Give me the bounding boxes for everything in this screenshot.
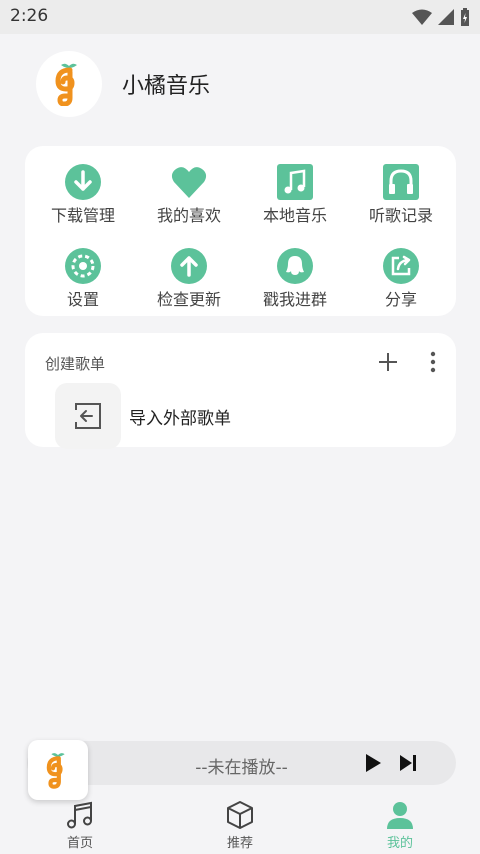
battery-icon xyxy=(461,8,469,26)
grid-item-download[interactable]: 下载管理 xyxy=(29,164,137,226)
profile-header: 小橘音乐 xyxy=(36,51,210,117)
feature-grid-card: 下载管理 我的喜欢 本地音乐 听歌记录 设置 检查更新 戳我进群 分享 xyxy=(25,146,456,316)
tab-label: 推荐 xyxy=(226,836,253,851)
tab-mine[interactable]: 我的 xyxy=(340,800,460,851)
upload-icon xyxy=(171,248,207,284)
album-cover[interactable] xyxy=(28,740,88,800)
grid-item-label: 本地音乐 xyxy=(262,206,327,225)
grid-item-label: 我的喜欢 xyxy=(156,206,221,225)
gear-icon xyxy=(65,248,101,284)
import-icon xyxy=(75,403,101,429)
tab-recommend[interactable]: 推荐 xyxy=(180,800,300,851)
headphones-icon xyxy=(383,164,419,200)
next-track-button[interactable] xyxy=(399,754,417,772)
grid-item-label: 下载管理 xyxy=(50,206,115,225)
now-playing-text: --未在播放-- xyxy=(195,758,288,778)
grid-item-join-group[interactable]: 戳我进群 xyxy=(241,248,349,310)
more-options-button[interactable] xyxy=(423,349,443,375)
person-icon xyxy=(387,802,413,829)
play-button[interactable] xyxy=(363,753,383,773)
music-note-icon xyxy=(67,801,92,829)
import-playlist-row[interactable]: 导入外部歌单 xyxy=(55,383,231,449)
add-playlist-button[interactable] xyxy=(375,349,401,375)
grid-item-label: 分享 xyxy=(384,290,417,309)
tab-home[interactable]: 首页 xyxy=(20,800,140,851)
app-logo[interactable] xyxy=(36,51,102,117)
cube-icon xyxy=(227,801,253,829)
create-playlist-title: 创建歌单 xyxy=(45,355,106,373)
grid-item-check-update[interactable]: 检查更新 xyxy=(135,248,243,310)
heart-icon xyxy=(171,167,207,198)
tab-label: 我的 xyxy=(386,836,413,851)
grid-item-share[interactable]: 分享 xyxy=(347,248,455,310)
share-icon xyxy=(383,248,419,284)
orange-logo-icon xyxy=(46,753,65,789)
tab-label: 首页 xyxy=(66,836,93,851)
grid-item-label: 检查更新 xyxy=(156,290,221,309)
status-time: 2:26 xyxy=(10,6,49,26)
grid-item-label: 戳我进群 xyxy=(262,290,327,309)
music-note-icon xyxy=(277,164,313,200)
status-bar: 2:26 xyxy=(0,0,480,34)
orange-logo-icon xyxy=(55,63,77,106)
grid-item-label: 听歌记录 xyxy=(368,206,433,225)
grid-item-settings[interactable]: 设置 xyxy=(29,248,137,310)
grid-item-local-music[interactable]: 本地音乐 xyxy=(241,164,349,226)
playlist-card: 创建歌单 导入外部歌单 xyxy=(25,333,456,449)
app-name: 小橘音乐 xyxy=(122,74,211,99)
status-icons xyxy=(412,8,470,26)
grid-item-favorites[interactable]: 我的喜欢 xyxy=(135,164,243,226)
import-playlist-label: 导入外部歌单 xyxy=(129,408,231,429)
signal-icon xyxy=(438,9,454,25)
wifi-icon xyxy=(412,9,432,25)
import-tile xyxy=(55,383,121,449)
mini-player[interactable]: --未在播放-- xyxy=(27,741,456,785)
qq-icon xyxy=(277,248,313,284)
bottom-tab-bar: 首页 推荐 我的 xyxy=(0,798,480,854)
grid-item-history[interactable]: 听歌记录 xyxy=(347,164,455,226)
download-icon xyxy=(65,164,101,200)
grid-item-label: 设置 xyxy=(66,290,99,309)
